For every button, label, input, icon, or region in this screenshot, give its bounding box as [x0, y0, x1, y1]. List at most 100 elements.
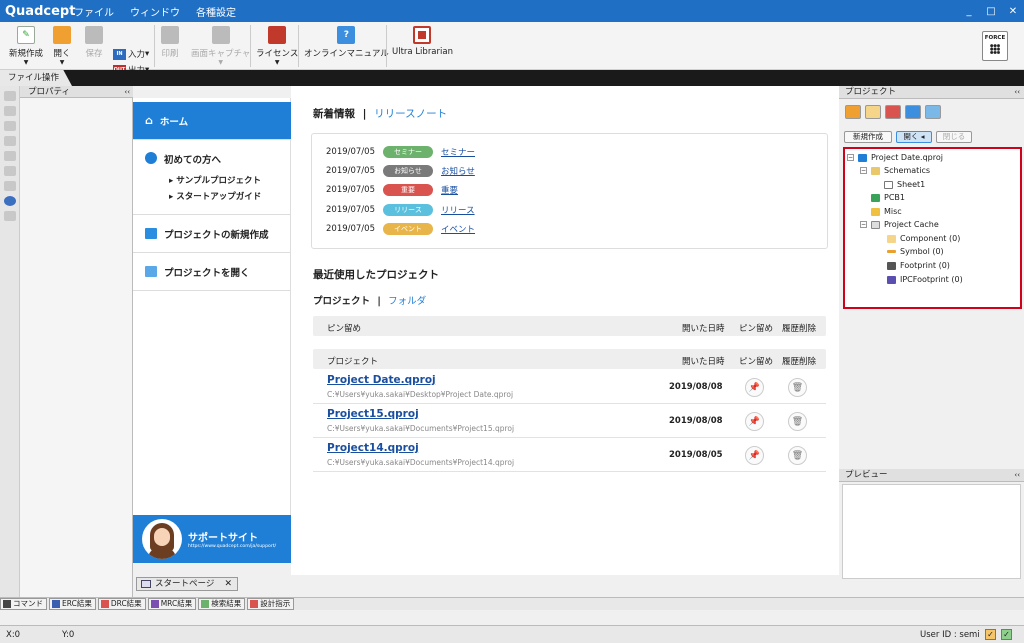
recent-tabs: プロジェクト | フォルダ	[313, 293, 426, 307]
tab-drc[interactable]: DRC結果	[97, 598, 146, 610]
collapse-icon[interactable]: −	[847, 154, 854, 161]
tree-node-symbol[interactable]: Symbol (0)	[887, 247, 944, 256]
open-folder-icon	[145, 266, 157, 277]
news-link[interactable]: セミナー	[441, 146, 475, 158]
news-item: 2019/07/05 お知らせ お知らせ	[326, 165, 475, 177]
folder-icon	[871, 207, 880, 216]
news-link[interactable]: リリース	[441, 204, 475, 216]
release-notes-link[interactable]: リリースノート	[374, 108, 447, 120]
check-icon[interactable]: ✓	[1001, 629, 1012, 640]
pin-icon[interactable]: 📌	[745, 378, 764, 397]
manual-button[interactable]: ? オンラインマニュアル	[304, 26, 389, 59]
new-button[interactable]: ✎ 新規作成 ▼	[9, 26, 43, 66]
search-icon	[201, 600, 210, 608]
save-tool-icon[interactable]	[3, 136, 16, 146]
tab-start-page[interactable]: スタートページ ✕	[136, 577, 238, 591]
tree-node-root[interactable]: − Project Date.qproj	[847, 153, 943, 162]
tab-design-instructions[interactable]: 設計指示	[247, 598, 295, 610]
zoom-in-tool-icon[interactable]	[3, 166, 16, 176]
recent-tab-project[interactable]: プロジェクト	[313, 296, 370, 307]
project-panel-collapse[interactable]: ‹‹	[1014, 86, 1020, 99]
input-button[interactable]: IN 入力 ▾	[113, 48, 149, 60]
nav-home[interactable]: ⌂ ホーム	[133, 102, 291, 140]
nav-sample-link[interactable]: ▸ サンプルプロジェクト	[169, 174, 261, 186]
properties-panel	[20, 98, 133, 597]
support-site-banner[interactable]: サポートサイト https://www.quadcept.com/ja/supp…	[133, 515, 291, 563]
tree-node-cache[interactable]: − Project Cache	[860, 220, 939, 229]
gear-tool-icon[interactable]	[3, 211, 16, 221]
nav-startup-link[interactable]: ▸ スタートアップガイド	[169, 190, 261, 202]
pcb-icon	[871, 193, 880, 202]
tab-command[interactable]: コマンド	[0, 598, 47, 610]
minimize-button[interactable]: _	[958, 0, 980, 22]
nav-new-project[interactable]: プロジェクトの新規作成	[133, 215, 291, 253]
project-path: C:¥Users¥yuka.sakai¥Documents¥Project15.…	[327, 424, 515, 433]
news-link[interactable]: イベント	[441, 223, 475, 235]
image-tool-icon[interactable]	[3, 151, 16, 161]
trash-icon[interactable]: 🗑	[788, 446, 807, 465]
project-open-button[interactable]: 開く ◂	[896, 131, 932, 143]
preview-collapse[interactable]: ‹‹	[1014, 469, 1020, 482]
tree-node-footprint[interactable]: Footprint (0)	[887, 261, 950, 270]
menu-file[interactable]: ファイル	[74, 4, 114, 19]
news-link[interactable]: 重要	[441, 184, 458, 196]
project-icon[interactable]	[845, 105, 861, 119]
status-user: User ID : semi	[920, 630, 980, 640]
project-name-link[interactable]: Project Date.qproj	[327, 374, 436, 386]
pin-icon[interactable]: 📌	[745, 446, 764, 465]
ribbon-group-file-ops[interactable]: ファイル操作	[0, 70, 72, 86]
project-close-button[interactable]: 閉じる	[936, 131, 972, 143]
tab-mrc[interactable]: MRC結果	[147, 598, 197, 610]
news-date: 2019/07/05	[326, 185, 375, 195]
recent-tab-folder[interactable]: フォルダ	[388, 296, 426, 307]
ipc-footprint-icon	[887, 275, 896, 284]
tree-node-pcb[interactable]: PCB1	[871, 193, 905, 202]
pin-icon[interactable]: 📌	[745, 412, 764, 431]
project-name-link[interactable]: Project15.qproj	[327, 408, 419, 420]
ultra-librarian-button[interactable]: Ultra Librarian	[392, 26, 453, 57]
start-page-icon	[141, 580, 151, 588]
tree-node-sheet[interactable]: Sheet1	[884, 180, 925, 189]
menu-settings[interactable]: 各種設定	[196, 4, 236, 19]
settings-gear-icon[interactable]	[3, 196, 16, 206]
tree-node-component[interactable]: Component (0)	[887, 234, 960, 243]
maximize-button[interactable]: □	[980, 0, 1002, 22]
close-tab-icon[interactable]: ✕	[224, 578, 232, 590]
nav-beginners-label: 初めての方へ	[164, 155, 222, 166]
properties-collapse-button[interactable]: ‹‹	[124, 86, 130, 98]
layer-icon[interactable]	[885, 105, 901, 119]
open-button[interactable]: 開く ▼	[53, 26, 71, 66]
collapse-icon[interactable]: −	[860, 221, 867, 228]
license-button[interactable]: ライセンス ▼	[256, 26, 298, 66]
nav-open-project[interactable]: プロジェクトを開く	[133, 253, 291, 291]
tree-node-schematics[interactable]: − Schematics	[860, 166, 930, 175]
tab-erc[interactable]: ERC結果	[49, 598, 96, 610]
chat-icon[interactable]	[905, 105, 921, 119]
project-new-button[interactable]: 新規作成	[844, 131, 892, 143]
close-button[interactable]: ✕	[1002, 0, 1024, 22]
tab-search[interactable]: 検索結果	[198, 598, 246, 610]
project-name-link[interactable]: Project14.qproj	[327, 442, 419, 454]
nav-beginners[interactable]: 初めての方へ ▸ サンプルプロジェクト ▸ スタートアップガイド	[133, 140, 291, 215]
trash-icon[interactable]: 🗑	[788, 412, 807, 431]
tree-node-misc[interactable]: Misc	[871, 207, 902, 216]
capture-button[interactable]: 画面キャプチャ ▼	[191, 26, 250, 66]
project-path: C:¥Users¥yuka.sakai¥Desktop¥Project Date…	[327, 390, 514, 399]
status-bar: X:0 Y:0 User ID : semi ✓ ✓	[0, 625, 1024, 643]
schematic-folder-icon	[871, 166, 880, 175]
menu-window[interactable]: ウィンドウ	[130, 4, 180, 19]
trash-icon[interactable]: 🗑	[788, 378, 807, 397]
redo-tool-icon[interactable]	[3, 121, 16, 131]
force-button[interactable]: FORCE	[982, 31, 1008, 61]
component-icon[interactable]	[865, 105, 881, 119]
news-link[interactable]: お知らせ	[441, 165, 475, 177]
undo-tool-icon[interactable]	[3, 106, 16, 116]
zoom-out-tool-icon[interactable]	[3, 181, 16, 191]
check-icon[interactable]: ✓	[985, 629, 996, 640]
tree-node-ipc[interactable]: IPCFootprint (0)	[887, 275, 963, 284]
collapse-icon[interactable]: −	[860, 167, 867, 174]
library-icon[interactable]	[925, 105, 941, 119]
save-button[interactable]: 保存	[85, 26, 103, 59]
select-tool-icon[interactable]	[3, 91, 16, 101]
print-button[interactable]: 印刷	[161, 26, 179, 59]
